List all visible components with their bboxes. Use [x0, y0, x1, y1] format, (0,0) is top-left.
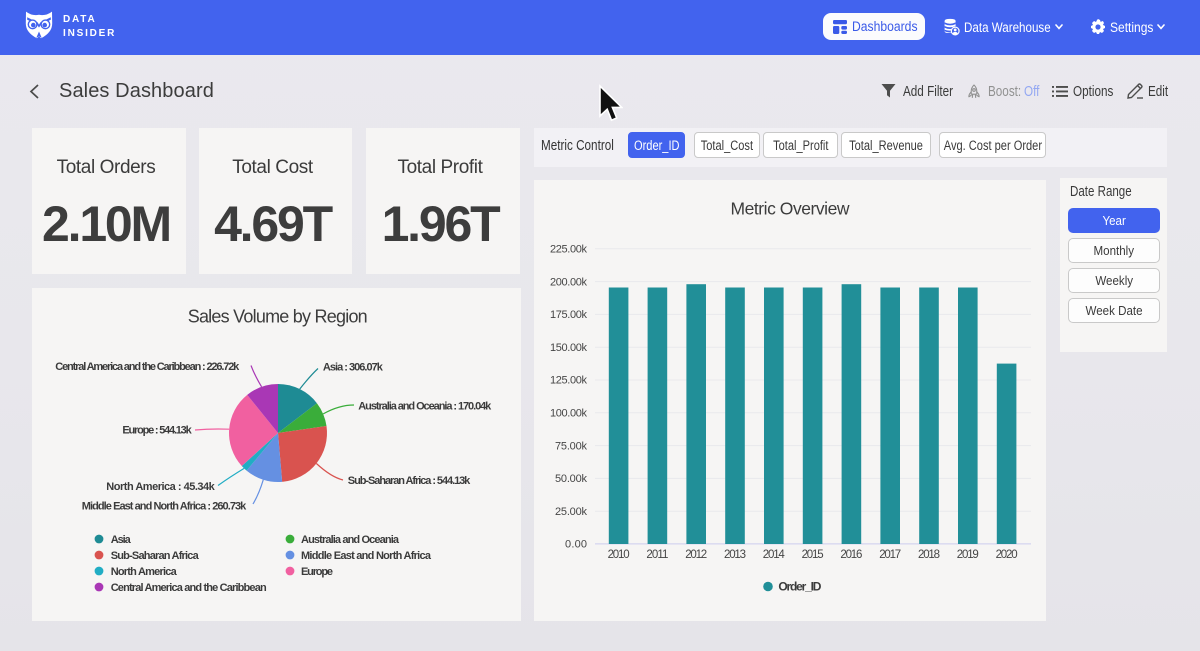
svg-text:North America: North America: [111, 566, 178, 578]
svg-text:Europe : 544.13k: Europe : 544.13k: [122, 425, 192, 437]
svg-text:2019: 2019: [957, 549, 979, 561]
svg-text:Sales Volume by Region: Sales Volume by Region: [188, 307, 368, 327]
svg-text:Sub-Saharan Africa: Sub-Saharan Africa: [111, 550, 200, 562]
svg-text:Central America and the Caribb: Central America and the Caribbean : 226.…: [55, 361, 240, 373]
svg-text:Australia and Oceania: Australia and Oceania: [301, 534, 400, 546]
svg-text:0.00: 0.00: [565, 539, 587, 551]
svg-text:Middle East and North Africa :: Middle East and North Africa : 260.73k: [82, 500, 247, 512]
svg-text:Sub-Saharan Africa : 544.13k: Sub-Saharan Africa : 544.13k: [348, 475, 471, 487]
svg-text:Europe: Europe: [301, 566, 333, 578]
svg-text:2012: 2012: [685, 549, 707, 561]
svg-text:Order_ID: Order_ID: [778, 580, 821, 594]
svg-text:Australia and Oceania : 170.04: Australia and Oceania : 170.04k: [358, 401, 492, 413]
svg-text:2010: 2010: [608, 549, 630, 561]
svg-text:175.00k: 175.00k: [550, 309, 588, 321]
svg-text:North America : 45.34k: North America : 45.34k: [106, 481, 215, 493]
svg-text:Asia: Asia: [111, 534, 132, 546]
svg-text:25.00k: 25.00k: [555, 506, 588, 518]
svg-text:2017: 2017: [879, 549, 901, 561]
svg-text:2011: 2011: [646, 549, 668, 561]
svg-text:2016: 2016: [840, 549, 862, 561]
svg-text:100.00k: 100.00k: [550, 408, 588, 420]
svg-text:125.00k: 125.00k: [550, 375, 588, 387]
svg-text:Central America and the Caribb: Central America and the Caribbean: [111, 582, 267, 594]
svg-text:2020: 2020: [996, 549, 1018, 561]
svg-text:2015: 2015: [802, 549, 824, 561]
svg-text:Metric Overview: Metric Overview: [731, 199, 850, 219]
svg-text:Middle East and North Africa: Middle East and North Africa: [301, 550, 432, 562]
svg-text:50.00k: 50.00k: [555, 473, 588, 485]
svg-text:200.00k: 200.00k: [550, 276, 588, 288]
svg-text:75.00k: 75.00k: [555, 440, 588, 452]
svg-text:2013: 2013: [724, 549, 746, 561]
svg-text:2014: 2014: [763, 549, 786, 561]
svg-text:225.00k: 225.00k: [550, 244, 588, 256]
svg-text:Asia : 306.07k: Asia : 306.07k: [323, 362, 384, 374]
svg-text:2018: 2018: [918, 549, 940, 561]
svg-text:150.00k: 150.00k: [550, 342, 588, 354]
